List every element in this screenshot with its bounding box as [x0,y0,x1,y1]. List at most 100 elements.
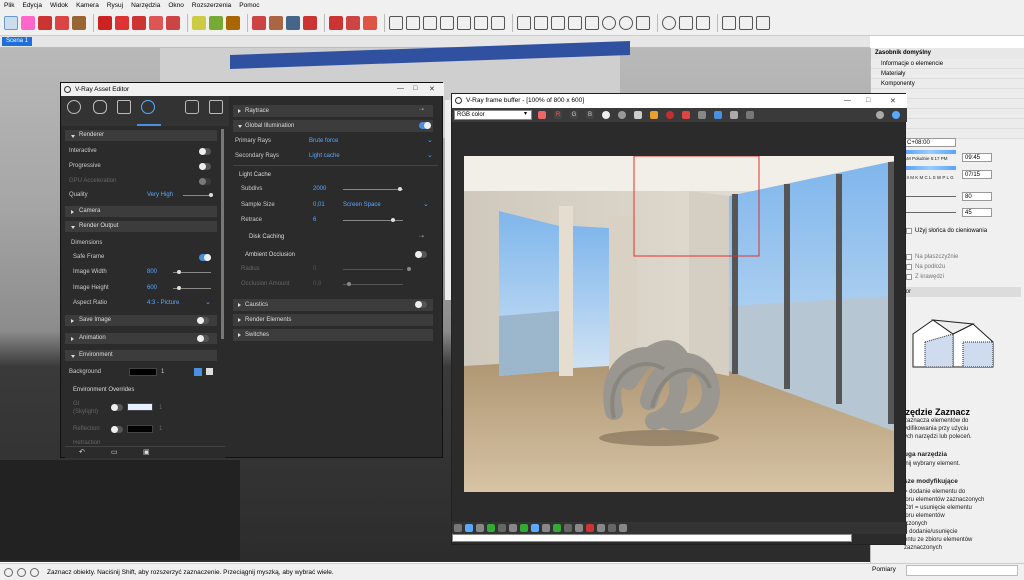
reflection-swatch[interactable] [127,425,153,433]
user-icon[interactable] [30,567,39,577]
menu-edit[interactable]: Edycja [22,2,42,9]
channel-chevron-down-icon[interactable]: ▾ [524,110,527,117]
frame-buffer-icon[interactable] [209,100,223,114]
primary-chevron-down-icon[interactable]: ⌄ [427,136,433,144]
sample-size-value[interactable]: 0,01 [313,202,325,208]
dark-field[interactable]: 45 [962,208,992,217]
history-icon[interactable] [746,111,754,119]
rendered-image[interactable] [464,156,894,492]
primary-rays-value[interactable]: Brute force [309,138,338,144]
offset-icon[interactable] [166,16,180,30]
menu-extensions[interactable]: Rozszerzenia [192,2,231,9]
tray-section-components[interactable]: Komponenty [871,79,1024,89]
safe-frame-toggle[interactable] [199,254,211,261]
pencil-icon[interactable] [38,16,52,30]
blue-channel-button[interactable]: B [586,111,594,119]
from-edges-check[interactable]: Z krawędzi [906,274,944,280]
caustics-section[interactable]: Caustics [233,299,433,311]
timezone-select[interactable]: C+08:00 [904,138,956,147]
undo-icon[interactable]: ↶ [79,448,85,456]
sandbox-1-icon[interactable] [389,16,403,30]
subdivs-value[interactable]: 2000 [313,186,326,192]
open-folder-icon[interactable]: ▭ [111,448,118,456]
move-icon[interactable] [115,16,129,30]
vray-globe-icon[interactable] [619,16,633,30]
vray-sphere-icon[interactable] [602,16,616,30]
geometry-tab-icon[interactable] [117,100,131,114]
aspect-chevron-down-icon[interactable]: ⌄ [205,298,211,306]
gi-swatch[interactable] [127,403,153,411]
vray-fb3-icon[interactable] [756,16,770,30]
arc-icon[interactable] [55,16,69,30]
region-render-icon[interactable] [698,111,706,119]
date-slider[interactable] [904,166,956,170]
sandbox-4-icon[interactable] [440,16,454,30]
menu-window[interactable]: Okno [168,2,184,9]
background-texture-icon[interactable] [194,368,202,376]
vray-logo-icon[interactable] [662,16,676,30]
help-icon[interactable] [17,567,26,577]
switches-section[interactable]: Switches [233,329,433,341]
vfb-bottom-4-icon[interactable] [487,524,495,532]
vfb-bottom-5-icon[interactable] [498,524,506,532]
scale-chevron-down-icon[interactable]: ⌄ [423,200,429,208]
lights-tab-icon[interactable] [93,100,107,114]
vray-bulb-icon[interactable] [636,16,650,30]
aspect-ratio-value[interactable]: 4:3 - Picture [147,300,179,306]
light-slider[interactable] [904,196,956,197]
left-panel-scrollbar[interactable] [221,129,224,339]
radius-value[interactable]: 0 [313,266,316,272]
disk-caching-row[interactable]: Disk Caching ⇢ [233,231,433,243]
track-mouse-icon[interactable] [682,111,690,119]
vfb-settings-icon[interactable] [892,111,900,119]
orbit-icon[interactable] [252,16,266,30]
background-check-icon[interactable] [206,368,213,375]
save-icon[interactable]: ▣ [143,448,150,456]
menu-tools[interactable]: Narzędzia [131,2,160,9]
time-field[interactable]: 09:45 [962,153,992,162]
save-image-toggle[interactable] [197,317,209,324]
text-icon[interactable] [209,16,223,30]
paint-icon[interactable] [226,16,240,30]
vfb-bottom-10-icon[interactable] [553,524,561,532]
shape-icon[interactable] [72,16,86,30]
menu-view[interactable]: Widok [50,2,68,9]
channel-select[interactable]: RGB color [454,110,532,120]
render-output-section[interactable]: Render Output [65,221,217,232]
menu-file[interactable]: Plik [4,2,14,9]
warehouse-icon[interactable] [329,16,343,30]
vfb-close-icon[interactable]: ✕ [890,97,896,105]
zoom-icon[interactable] [286,16,300,30]
environment-section[interactable]: Environment [65,350,217,361]
clear-image-icon[interactable] [666,111,674,119]
render-icon[interactable] [714,111,722,119]
push-pull-icon[interactable] [98,16,112,30]
vfb-bottom-11-icon[interactable] [564,524,572,532]
caustics-toggle[interactable] [415,301,427,308]
vray-render-icon[interactable] [517,16,531,30]
use-sun-check[interactable]: Użyj słońca do cieniowania [906,228,987,234]
maximize-icon[interactable]: □ [413,85,417,92]
vfb-maximize-icon[interactable]: □ [866,97,870,104]
image-height-slider[interactable] [173,286,211,290]
pan-icon[interactable] [269,16,283,30]
ao-row[interactable]: Ambient Occlusion [233,249,433,261]
select-tool-icon[interactable] [4,16,18,30]
vray-light-icon[interactable] [551,16,565,30]
vfb-bottom-1-icon[interactable] [454,524,462,532]
vfb-bottom-12-icon[interactable] [575,524,583,532]
component-icon[interactable] [363,16,377,30]
ao-toggle[interactable] [415,251,427,258]
sandbox-6-icon[interactable] [474,16,488,30]
vray-teapot-icon[interactable] [679,16,693,30]
render-teapot-icon[interactable] [185,100,199,114]
light-field[interactable]: 80 [962,192,992,201]
stop-render-icon[interactable] [876,111,884,119]
red-channel-button[interactable]: R [554,111,562,119]
vray-interactive-icon[interactable] [534,16,548,30]
render-elements-section[interactable]: Render Elements [233,314,433,326]
mono-white-icon[interactable] [602,111,610,119]
vfb-bottom-2-icon[interactable] [465,524,473,532]
eraser-icon[interactable] [21,16,35,30]
mono-gray-icon[interactable] [618,111,626,119]
